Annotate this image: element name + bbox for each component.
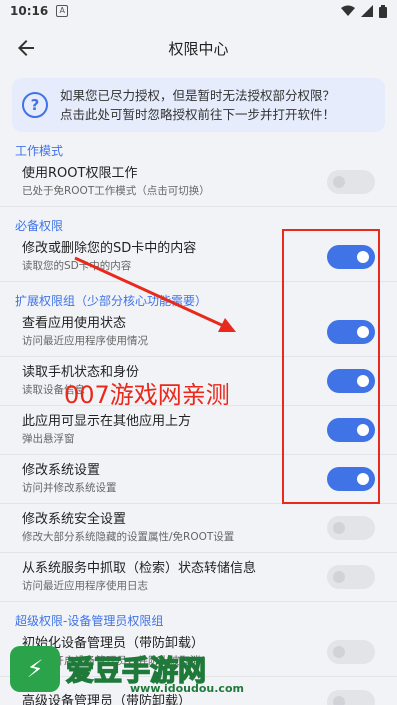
brand-site: www.idoudou.com: [130, 682, 244, 695]
logs-toggle[interactable]: [327, 565, 375, 589]
skip-authorization-notice[interactable]: ? 如果您已尽力授权，但是暂时无法授权部分权限？ 点击此处可暂时忽略授权前往下一…: [12, 78, 385, 132]
question-icon: ?: [22, 92, 48, 118]
app-bar: 权限中心: [0, 22, 397, 74]
row-title: 从系统服务中抓取（检索）状态转储信息: [22, 561, 257, 576]
status-bar: 10:16 A: [0, 0, 397, 22]
brand-logo-icon: ⚡: [10, 646, 60, 692]
notice-line-2: 点击此处可暂时忽略授权前往下一步并打开软件！: [60, 107, 336, 122]
row-title: 修改系统安全设置: [22, 512, 127, 527]
battery-icon: [379, 4, 387, 18]
back-arrow-icon[interactable]: [14, 36, 38, 60]
secure-toggle[interactable]: [327, 516, 375, 540]
page-title: 权限中心: [168, 39, 229, 58]
annotation-highlight-box: [282, 229, 380, 504]
row-subtitle: 修改大部分系统隐藏的设置属性/免ROOT设置: [22, 531, 235, 543]
permission-row-root[interactable]: 使用ROOT权限工作 已处于免ROOT工作模式（点击可切换）: [0, 158, 397, 207]
permission-row-logs[interactable]: 从系统服务中抓取（检索）状态转储信息 访问最近应用程序使用日志: [0, 553, 397, 602]
section-work-mode: 工作模式: [15, 144, 64, 158]
row-subtitle: 已处于免ROOT工作模式（点击可切换）: [22, 185, 210, 197]
notice-text: 如果您已尽力授权，但是暂时无法授权部分权限？ 点击此处可暂时忽略授权前往下一步并…: [60, 86, 335, 124]
notification-a-icon: A: [56, 5, 69, 17]
watermark-brand: ⚡ 爱豆手游网 www.idoudou.com: [10, 646, 244, 695]
status-time: 10:16: [10, 4, 49, 18]
notice-line-1: 如果您已尽力授权，但是暂时无法授权部分权限？: [60, 88, 336, 103]
advanced-admin-toggle[interactable]: [327, 689, 375, 705]
status-icons: [341, 4, 387, 18]
section-super: 超级权限-设备管理员权限组: [15, 614, 164, 628]
device-admin-toggle[interactable]: [327, 640, 375, 664]
row-title: 使用ROOT权限工作: [22, 166, 138, 181]
permission-row-secure[interactable]: 修改系统安全设置 修改大部分系统隐藏的设置属性/免ROOT设置: [0, 504, 397, 553]
root-toggle[interactable]: [327, 170, 375, 194]
wifi-icon: [341, 5, 355, 16]
signal-icon: [361, 5, 373, 17]
watermark-overlay-text: 007游戏网亲测: [64, 381, 230, 409]
row-subtitle: 访问最近应用程序使用日志: [22, 580, 148, 592]
